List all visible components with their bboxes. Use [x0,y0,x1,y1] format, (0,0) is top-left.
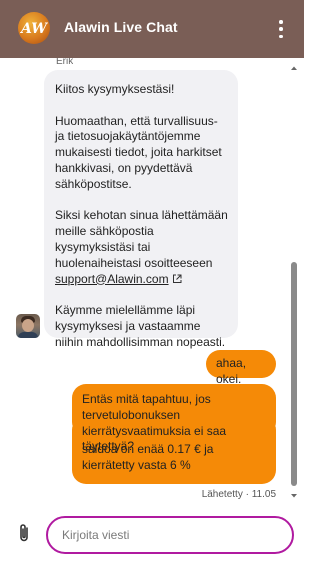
agent-avatar [16,314,40,338]
sent-status: Lähetetty · 11.05 [201,489,276,500]
agent-message-bubble: Kiitos kysymyksestäsi! Huomaathan, että … [44,70,238,349]
more-vertical-icon [279,20,283,24]
paperclip-icon [20,524,28,542]
attachment-button[interactable] [16,523,32,543]
external-link-icon [172,274,182,283]
agent-greeting-text: Kiitos kysymyksestäsi! [55,82,175,96]
chat-header: AW Alawin Live Chat [0,0,304,58]
message-list: Erik Kiitos kysymyksestäsi! Huomaathan, … [0,58,304,506]
agent-paragraph-email: Siksi kehotan sinua lähettämään meille s… [55,208,228,286]
user-message-bubble: Entäs mitä tapahtuu, jos tervetulobonuks… [72,384,276,453]
message-input[interactable] [48,518,292,552]
alawin-logo: AW [18,12,50,44]
agent-name-label: Erik [56,58,74,64]
message-composer [0,506,304,562]
message-scrollbar[interactable] [290,64,298,500]
user-message-bubble: ahaa, okei. [206,350,276,386]
chat-title: Alawin Live Chat [64,19,178,35]
logo-mark-icon: AW [20,21,48,37]
scroll-down-arrow-icon[interactable] [290,492,298,500]
agent-paragraph-policy: Huomaathan, että turvallisuus- ja tietos… [55,113,222,191]
scroll-up-arrow-icon[interactable] [290,64,298,72]
support-email-link[interactable]: support@Alawin.com [55,272,169,286]
agent-paragraph-closing: Käymme mielellämme läpi kysymyksesi ja v… [55,303,226,349]
more-options-button[interactable] [276,18,286,40]
message-input-wrapper [46,516,294,554]
scrollbar-thumb[interactable] [291,262,297,486]
svg-text:AW: AW [20,21,48,37]
